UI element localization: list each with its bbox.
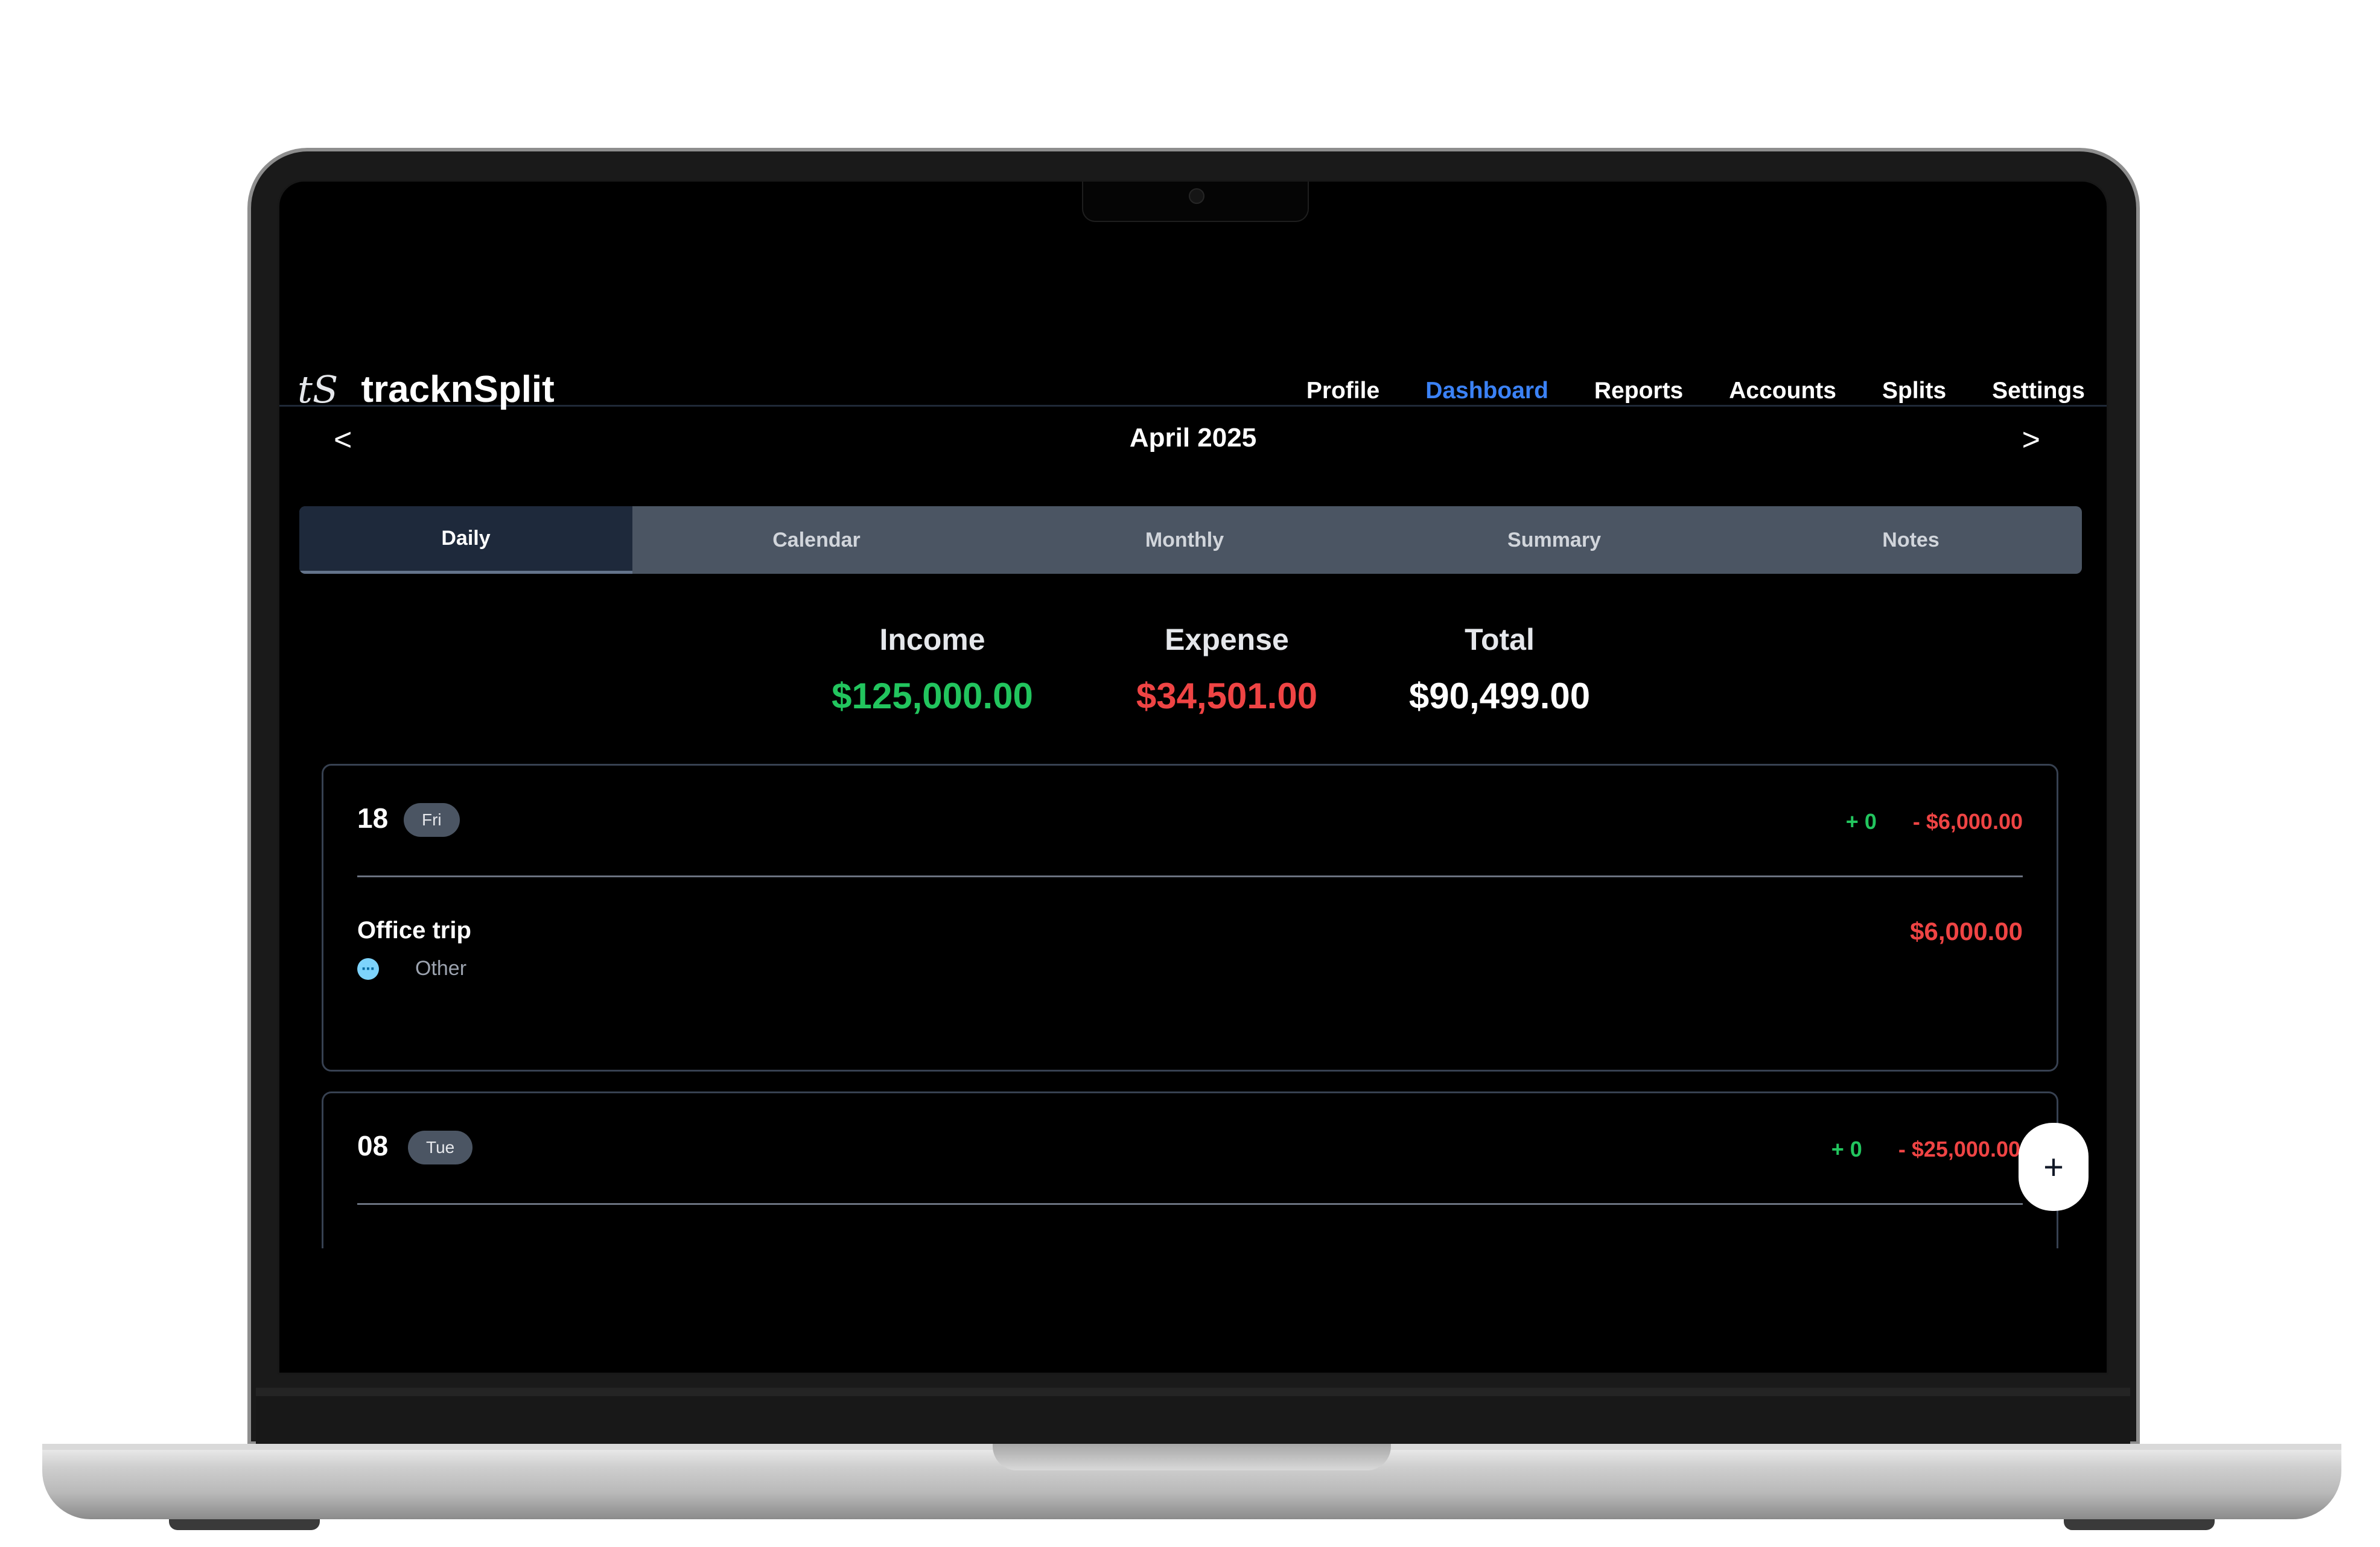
day-number: 08	[357, 1130, 389, 1161]
laptop-hinge-strip	[256, 1388, 2130, 1396]
logo-mark-icon: tS	[298, 367, 339, 411]
total-summary: Total $90,499.00	[1379, 622, 1620, 717]
nav-accounts[interactable]: Accounts	[1729, 378, 1836, 404]
income-summary: Income $125,000.00	[812, 622, 1053, 717]
income-value: $125,000.00	[832, 676, 1033, 716]
day-number: 18	[357, 802, 389, 834]
income-label: Income	[879, 623, 985, 656]
transaction-category: ⋯ Other	[357, 957, 466, 980]
day-sums: + 0 - $6,000.00	[1846, 809, 2023, 834]
camera-notch	[1082, 182, 1309, 222]
day-card-header: 18 Fri + 0 - $6,000.00	[323, 766, 2057, 877]
nav-splits[interactable]: Splits	[1882, 378, 1946, 404]
day-expense: - $6,000.00	[1912, 809, 2023, 834]
laptop-screen: tS tracknSplit Profile Dashboard Reports…	[278, 180, 2108, 1374]
divider	[357, 1203, 2023, 1205]
tab-monthly[interactable]: Monthly	[1001, 506, 1369, 574]
nav-reports[interactable]: Reports	[1594, 378, 1683, 404]
day-income: + 0	[1831, 1137, 1862, 1161]
tab-daily[interactable]: Daily	[299, 506, 632, 574]
period-totals: Income $125,000.00 Expense $34,501.00 To…	[279, 622, 2107, 725]
expense-summary: Expense $34,501.00	[1106, 622, 1348, 717]
camera-icon	[1189, 188, 1204, 204]
current-month-label: April 2025	[1129, 423, 1257, 453]
transaction-row[interactable]: Office trip $6,000.00 ⋯ Other	[323, 877, 2057, 1061]
app-screen: tS tracknSplit Profile Dashboard Reports…	[279, 182, 2107, 1373]
nav-links: Profile Dashboard Reports Accounts Split…	[1306, 378, 2085, 404]
day-expense: - $25,000.00	[1898, 1137, 2020, 1161]
day-income: + 0	[1845, 809, 1877, 834]
transaction-amount: $6,000.00	[1910, 917, 2023, 945]
add-transaction-button[interactable]: +	[2019, 1123, 2089, 1211]
laptop-foot-left	[169, 1519, 320, 1530]
laptop-thumb-notch	[993, 1444, 1391, 1470]
month-selector: < April 2025 >	[279, 417, 2107, 465]
app-logo[interactable]: tS tracknSplit	[298, 367, 555, 411]
laptop-hinge	[256, 1388, 2130, 1445]
day-card: 18 Fri + 0 - $6,000.00 Office trip $6,00…	[322, 764, 2058, 1072]
nav-settings[interactable]: Settings	[1992, 378, 2085, 404]
tab-calendar[interactable]: Calendar	[632, 506, 1001, 574]
tab-summary[interactable]: Summary	[1369, 506, 1740, 574]
tab-notes[interactable]: Notes	[1740, 506, 2082, 574]
category-label: Other	[415, 957, 467, 980]
nav-dashboard[interactable]: Dashboard	[1425, 378, 1548, 404]
app-name: tracknSplit	[361, 369, 555, 410]
total-value: $90,499.00	[1408, 676, 1591, 716]
weekday-badge: Fri	[404, 803, 460, 837]
top-navbar: tS tracknSplit Profile Dashboard Reports…	[279, 332, 2107, 411]
view-tabs: Daily Calendar Monthly Summary Notes	[299, 506, 2082, 574]
weekday-badge: Tue	[408, 1131, 473, 1164]
expense-label: Expense	[1165, 623, 1289, 656]
expense-value: $34,501.00	[1136, 676, 1318, 716]
day-sums: + 0 - $25,000.00	[1831, 1137, 2020, 1162]
laptop-foot-right	[2064, 1519, 2215, 1530]
next-month-button[interactable]: >	[2022, 422, 2040, 458]
transaction-title: Office trip	[357, 917, 471, 944]
day-card-header: 08 Tue + 0 - $25,000.00	[323, 1093, 2057, 1205]
chat-bubble-icon: ⋯	[357, 958, 379, 980]
nav-profile[interactable]: Profile	[1306, 378, 1379, 404]
total-label: Total	[1465, 623, 1535, 656]
laptop-mockup: tS tracknSplit Profile Dashboard Reports…	[0, 0, 2380, 1547]
day-card: 08 Tue + 0 - $25,000.00	[322, 1091, 2058, 1248]
